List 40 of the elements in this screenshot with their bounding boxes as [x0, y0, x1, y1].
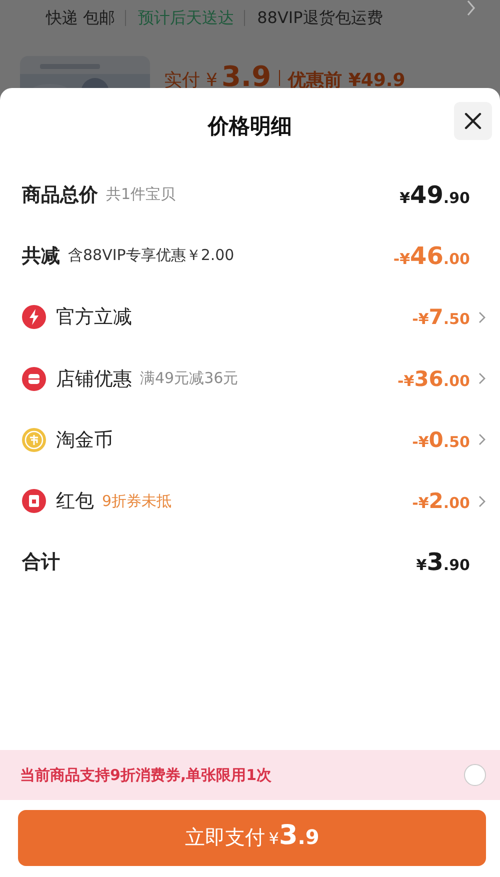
shipping-text: 预计后天送达 [138, 8, 234, 28]
chevron-icon [478, 310, 486, 324]
row-label: 店铺优惠 [56, 366, 132, 392]
shop-icon [22, 366, 46, 391]
currency-symbol: ¥ [206, 70, 218, 90]
row-label: 官方立减 [56, 305, 132, 330]
close-icon [464, 112, 482, 130]
row-label: 合计 [22, 550, 60, 576]
row-label: 淘金币 [56, 428, 113, 453]
envelope-icon [22, 489, 46, 514]
chevron-icon [478, 433, 486, 446]
paid-amount: 3.9 [221, 60, 272, 92]
row-note: 9折券未抵 [102, 492, 172, 511]
row-note: 含88VIP专享优惠￥2.00 [68, 246, 234, 266]
row-note: 共1件宝贝 [106, 185, 176, 204]
sheet-title: 价格明细 [208, 113, 292, 140]
chevron-icon [478, 494, 486, 508]
price-amount: -¥46.00 [393, 242, 470, 270]
coin-icon [22, 428, 46, 452]
price-amount: -¥36.00 [398, 366, 470, 391]
bolt-icon [22, 305, 46, 330]
row-note: 满49元减36元 [140, 369, 238, 388]
coupon-text: 当前商品支持9折消费券,单张限用1次 [20, 766, 272, 784]
pay-button[interactable]: 立即支付 ¥3.9 [18, 810, 486, 866]
original-price: 优惠前 ¥49.9 [288, 68, 406, 92]
price-amount: -¥0.50 [412, 428, 470, 452]
paid-label: 实付 [164, 68, 200, 92]
price-amount: ¥49.90 [400, 180, 470, 209]
row-label: 红包 [56, 489, 94, 514]
row-label: 商品总价 [22, 182, 98, 208]
price-amount: -¥7.50 [412, 305, 470, 330]
close-button[interactable] [454, 102, 492, 140]
price-amount: -¥2.00 [412, 489, 470, 514]
price-amount: ¥3.90 [416, 548, 470, 576]
chevron-icon [478, 372, 486, 386]
coupon-radio[interactable] [464, 764, 486, 786]
shipping-text: 快递 包邮 [46, 8, 116, 28]
chevron-icon [466, 0, 476, 16]
shipping-text: 88VIP退货包运费 [257, 8, 383, 28]
row-label: 共减 [22, 244, 60, 269]
